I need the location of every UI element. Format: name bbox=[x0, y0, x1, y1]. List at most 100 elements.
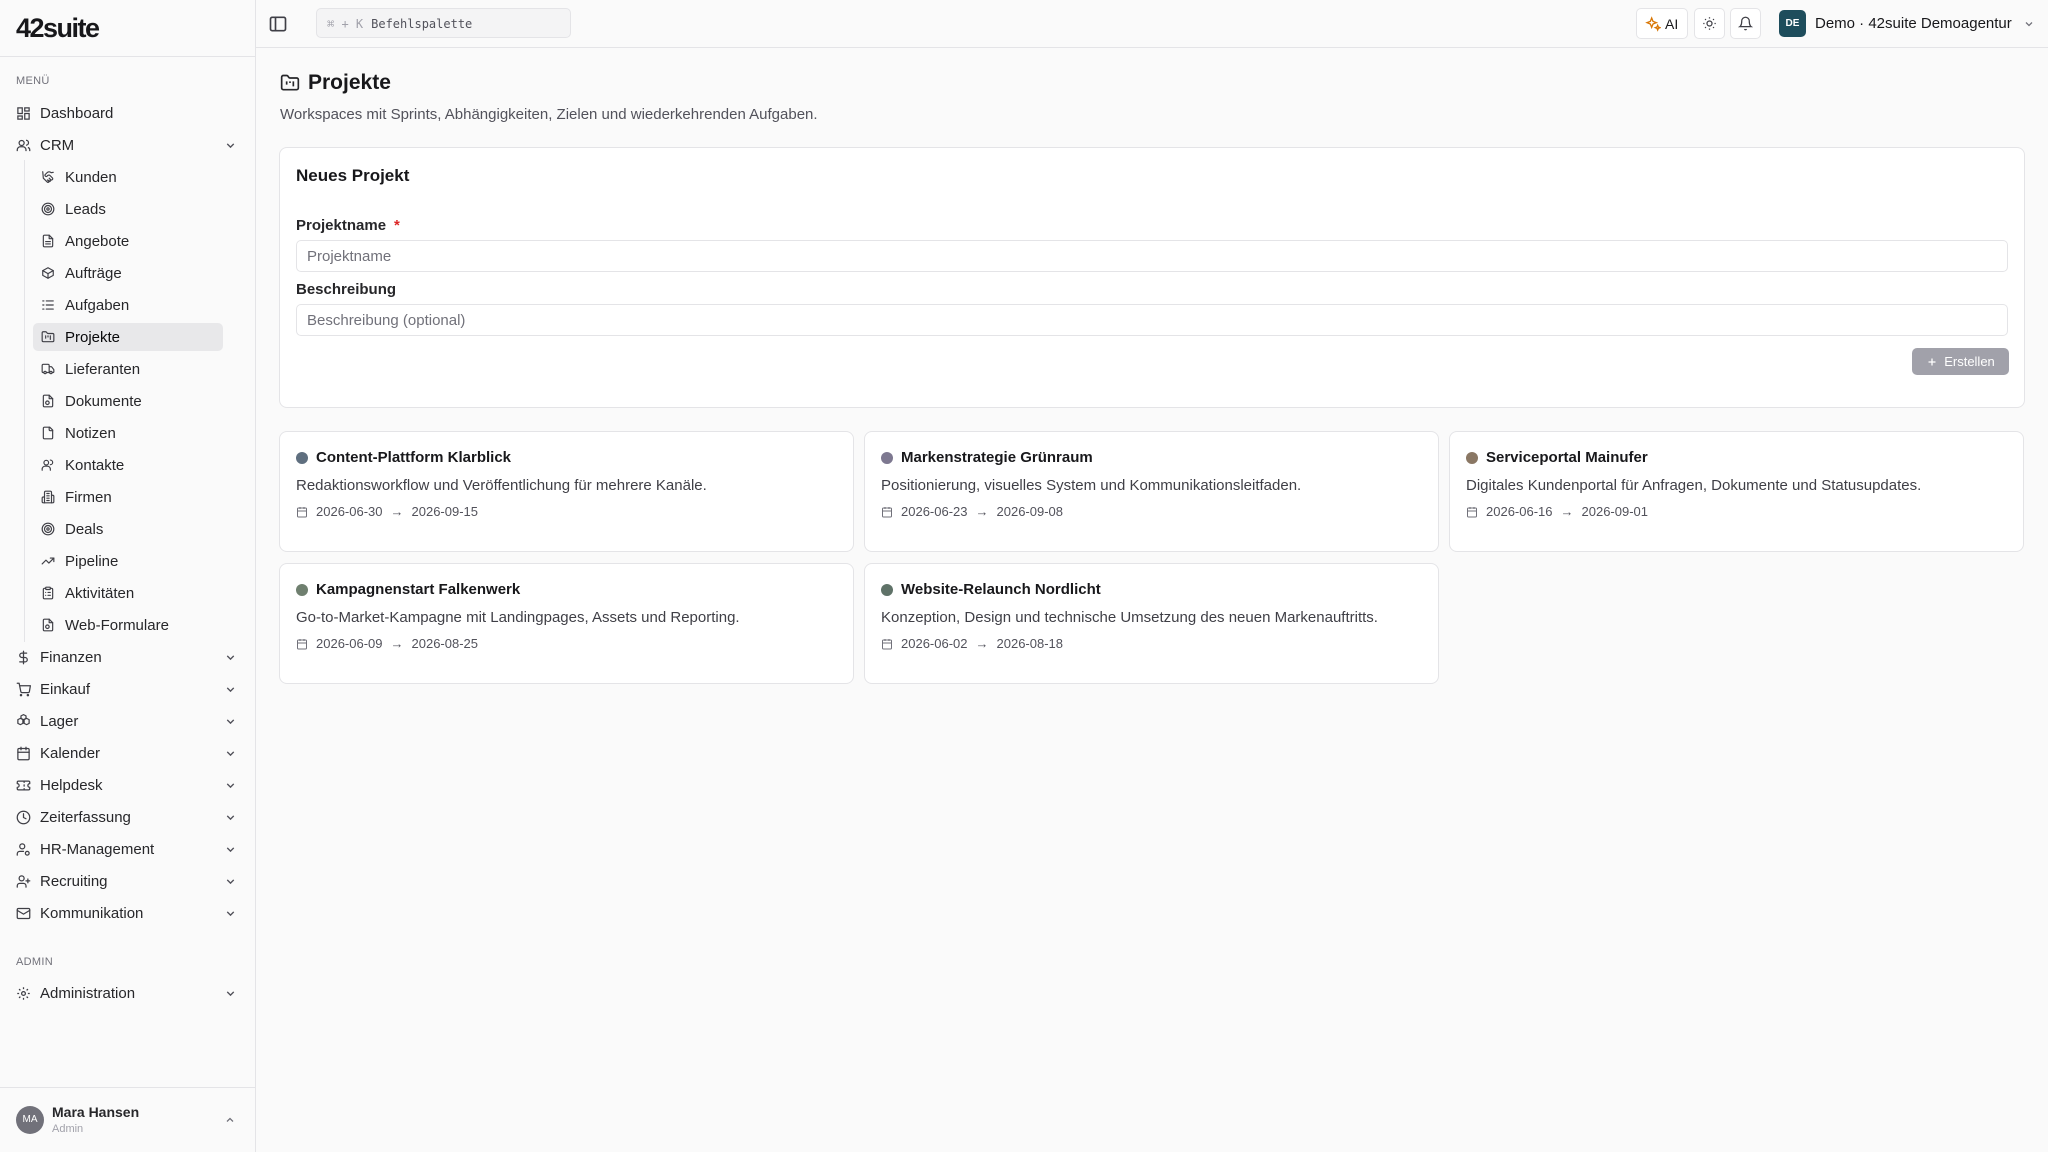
sidebar-group-label: Kalender bbox=[40, 745, 101, 762]
project-dates: 2026-06-02 → 2026-08-18 bbox=[881, 636, 1063, 651]
theme-toggle-button[interactable] bbox=[1694, 8, 1725, 39]
sidebar-group-label: Kommunikation bbox=[40, 905, 144, 922]
chevron-down-icon bbox=[226, 911, 235, 917]
sidebar-item-aktivitaeten[interactable]: Aktivitäten bbox=[33, 579, 223, 607]
date-arrow: → bbox=[1560, 504, 1574, 519]
plus-icon bbox=[1928, 358, 1936, 365]
sidebar-item-auftraege[interactable]: Aufträge bbox=[33, 259, 223, 287]
project-card[interactable]: Markenstrategie Grünraum Positionierung, … bbox=[864, 431, 1439, 552]
sidebar-item-label: Kontakte bbox=[65, 457, 125, 474]
sidebar-group-label: Administration bbox=[40, 985, 136, 1002]
sidebar-item-aufgaben[interactable]: Aufgaben bbox=[33, 291, 223, 319]
calendar-icon bbox=[1467, 506, 1477, 517]
sidebar-group-helpdesk[interactable]: Helpdesk bbox=[0, 769, 256, 801]
calendar-icon bbox=[297, 506, 307, 517]
chevron-down-icon bbox=[226, 751, 235, 757]
user-menu[interactable]: MA Mara Hansen Admin bbox=[0, 1087, 256, 1152]
cart-icon bbox=[16, 682, 31, 697]
project-card[interactable]: Kampagnenstart Falkenwerk Go-to-Market-Ka… bbox=[279, 563, 854, 684]
ai-label: AI bbox=[1665, 16, 1679, 32]
topbar: ⌘ + K Befehlspalette AI DE Demo · 42suite… bbox=[256, 0, 2048, 48]
sidebar-group-hr-management[interactable]: HR-Management bbox=[0, 833, 256, 865]
sidebar-item-leads[interactable]: Leads bbox=[33, 195, 223, 223]
project-description: Digitales Kundenportal für Anfragen, Dok… bbox=[1466, 477, 1922, 494]
sidebar-item-deals[interactable]: Deals bbox=[33, 515, 223, 543]
sidebar-item-web-formulare[interactable]: Web-Formulare bbox=[33, 611, 223, 639]
calendar-icon bbox=[882, 506, 892, 517]
mail-icon bbox=[16, 907, 31, 920]
workspace-switcher[interactable]: DE Demo · 42suite Demoagentur bbox=[1766, 6, 2040, 41]
sidebar-toggle-icon[interactable] bbox=[268, 14, 288, 34]
sidebar-item-label: Aufträge bbox=[65, 265, 122, 282]
sidebar-group-crm[interactable]: CRM bbox=[0, 129, 256, 161]
project-card[interactable]: Serviceportal Mainufer Digitales Kundenpo… bbox=[1449, 431, 2024, 552]
sidebar-item-label: Lieferanten bbox=[65, 361, 141, 378]
project-status-dot bbox=[881, 452, 893, 464]
sidebar-item-projekte[interactable]: Projekte bbox=[33, 323, 223, 351]
command-palette-button[interactable]: ⌘ + K Befehlspalette bbox=[316, 8, 571, 38]
command-label: Befehlspalette bbox=[371, 17, 473, 31]
logo[interactable]: 42suite bbox=[0, 0, 255, 57]
chevron-down-icon bbox=[226, 815, 235, 821]
sidebar: 42suite MENÜ Dashboard CRM Kunden Leads An… bbox=[0, 0, 256, 1152]
crm-submenu-line bbox=[24, 160, 25, 642]
project-end-date: 2026-09-15 bbox=[411, 504, 479, 519]
create-button[interactable]: Erstellen bbox=[1912, 348, 2009, 375]
target-icon bbox=[41, 522, 55, 536]
workspace-label: Demo · 42suite Demoagentur bbox=[1815, 15, 2012, 32]
sidebar-item-label: Aufgaben bbox=[65, 297, 130, 314]
sun-icon bbox=[1703, 17, 1716, 30]
project-status-dot bbox=[881, 584, 893, 596]
sidebar-item-lieferanten[interactable]: Lieferanten bbox=[33, 355, 223, 383]
sidebar-group-label: Zeiterfassung bbox=[40, 809, 131, 826]
project-dates: 2026-06-30 → 2026-09-15 bbox=[296, 504, 478, 519]
sidebar-item-notizen[interactable]: Notizen bbox=[33, 419, 223, 447]
chevron-down-icon bbox=[2025, 22, 2033, 27]
sidebar-group-zeiterfassung[interactable]: Zeiterfassung bbox=[0, 801, 256, 833]
sidebar-item-kontakte[interactable]: Kontakte bbox=[33, 451, 223, 479]
sidebar-item-firmen[interactable]: Firmen bbox=[33, 483, 223, 511]
sidebar-group-einkauf[interactable]: Einkauf bbox=[0, 673, 256, 705]
project-name: Markenstrategie Grünraum bbox=[901, 449, 1093, 466]
sidebar-item-label: Dokumente bbox=[65, 393, 142, 410]
project-name-input[interactable] bbox=[296, 240, 2008, 272]
project-status-dot bbox=[1466, 452, 1478, 464]
project-name: Kampagnenstart Falkenwerk bbox=[316, 581, 521, 598]
sidebar-item-angebote[interactable]: Angebote bbox=[33, 227, 223, 255]
project-card[interactable]: Website-Relaunch Nordlicht Konzeption, De… bbox=[864, 563, 1439, 684]
building-icon bbox=[41, 490, 55, 504]
trending-up-icon bbox=[41, 557, 55, 565]
sidebar-item-pipeline[interactable]: Pipeline bbox=[33, 547, 223, 575]
project-dates: 2026-06-23 → 2026-09-08 bbox=[881, 504, 1063, 519]
description-label: Beschreibung bbox=[296, 281, 397, 298]
project-name-label: Projektname * bbox=[296, 217, 400, 234]
calendar-icon bbox=[882, 638, 892, 649]
chevron-down-icon bbox=[226, 719, 235, 725]
notifications-button[interactable] bbox=[1730, 8, 1761, 39]
project-card[interactable]: Content-Plattform Klarblick Redaktionswor… bbox=[279, 431, 854, 552]
avatar: MA bbox=[16, 1106, 44, 1134]
new-project-form: Neues Projekt Projektname* Beschreibung … bbox=[279, 147, 2025, 408]
sidebar-item-label: Dashboard bbox=[40, 105, 114, 122]
sidebar-item-dashboard[interactable]: Dashboard bbox=[0, 97, 256, 129]
clock-icon bbox=[16, 810, 31, 825]
sidebar-item-kunden[interactable]: Kunden bbox=[33, 163, 223, 191]
sidebar-group-administration[interactable]: Administration bbox=[0, 977, 256, 1009]
sidebar-group-finanzen[interactable]: Finanzen bbox=[0, 641, 256, 673]
ai-button[interactable]: AI bbox=[1636, 8, 1688, 39]
project-end-date: 2026-09-01 bbox=[1581, 504, 1649, 519]
sidebar-group-kommunikation[interactable]: Kommunikation bbox=[0, 897, 256, 929]
sidebar-group-kalender[interactable]: Kalender bbox=[0, 737, 256, 769]
description-input[interactable] bbox=[296, 304, 2008, 336]
clipboard-list-icon bbox=[42, 586, 54, 600]
file-text-icon bbox=[42, 234, 54, 248]
sidebar-group-label: HR-Management bbox=[40, 841, 155, 858]
sidebar-item-dokumente[interactable]: Dokumente bbox=[33, 387, 223, 415]
sidebar-group-recruiting[interactable]: Recruiting bbox=[0, 865, 256, 897]
project-dates: 2026-06-16 → 2026-09-01 bbox=[1466, 504, 1648, 519]
user-role: Admin bbox=[52, 1123, 84, 1135]
project-status-dot bbox=[296, 584, 308, 596]
sidebar-group-lager[interactable]: Lager bbox=[0, 705, 256, 737]
menu-section-label: MENÜ bbox=[16, 75, 50, 87]
folder-kanban-icon bbox=[41, 331, 55, 343]
